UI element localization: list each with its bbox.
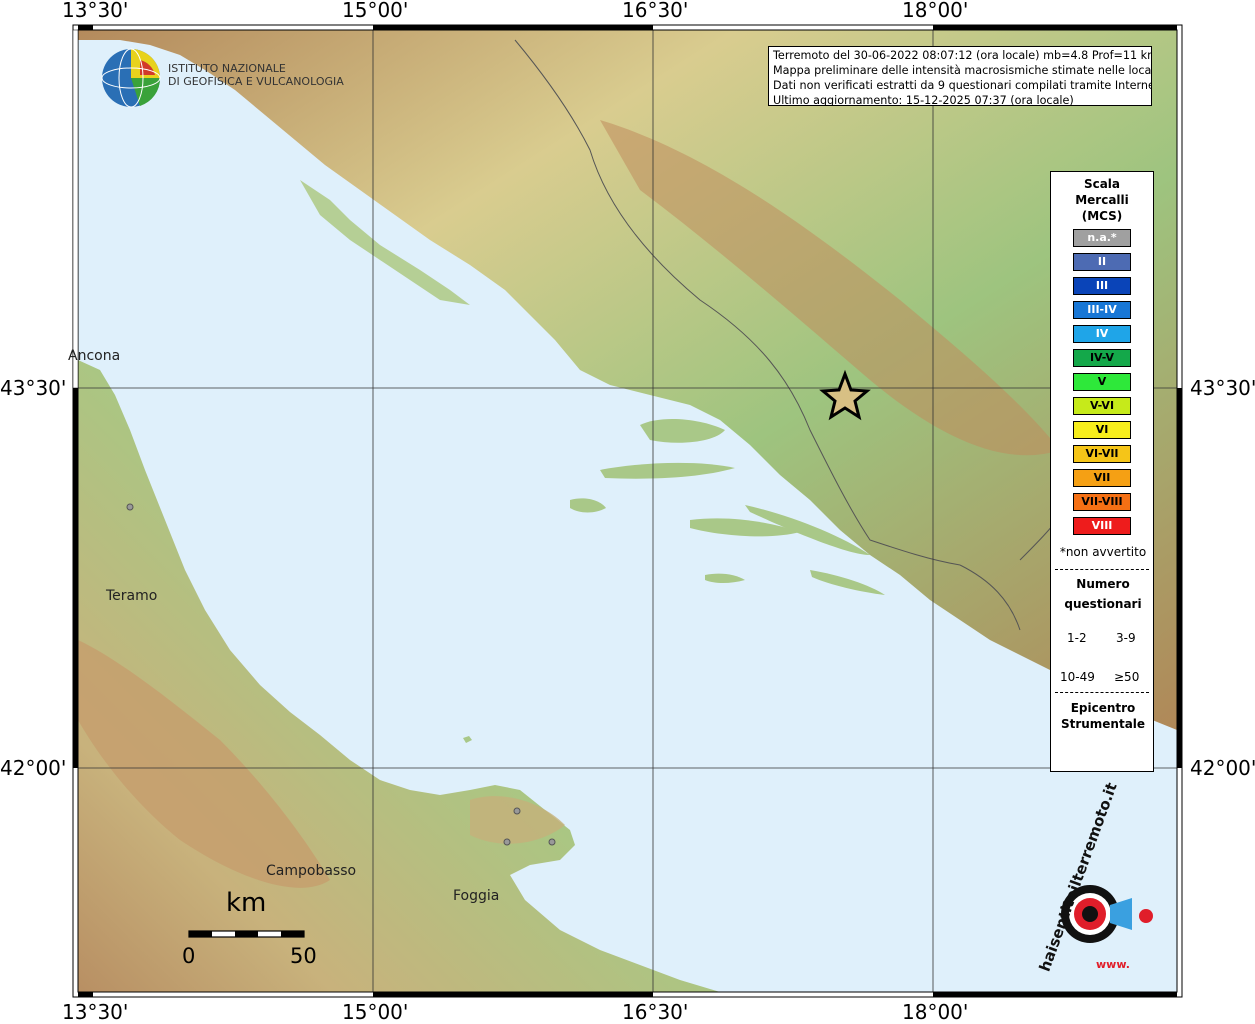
intensity-swatch: VII-VIII <box>1073 493 1131 511</box>
intensity-swatch: VII <box>1073 469 1131 487</box>
ingv-logo-text: ISTITUTO NAZIONALE DI GEOFISICA E VULCAN… <box>168 62 344 88</box>
intensity-swatch: V-VI <box>1073 397 1131 415</box>
bottom-longitude-label: 18°00' <box>902 1000 969 1024</box>
count-label-1-2: 1-2 <box>1067 631 1087 645</box>
ingv-logo-icon <box>101 48 161 108</box>
scale-bar <box>188 930 305 938</box>
info-line3: Dati non verificati estratti da 9 questi… <box>773 79 1152 92</box>
city-label-campobasso: Campobasso <box>266 863 357 879</box>
intensity-swatch: VI <box>1073 421 1131 439</box>
legend-separator <box>1055 692 1149 693</box>
intensity-swatch: VIII <box>1073 517 1131 535</box>
bottom-longitude-label: 15°00' <box>342 1000 409 1024</box>
intensity-swatch: IV <box>1073 325 1131 343</box>
count-title-line2: questionari <box>1064 597 1142 611</box>
intensity-swatch: V <box>1073 373 1131 391</box>
city-label-teramo: Teramo <box>106 588 158 604</box>
intensity-legend: Scala Mercalli (MCS) n.a.* II III III-IV IV I… <box>1050 171 1154 772</box>
scale-min-label: 0 <box>182 944 196 968</box>
info-line2: Mappa preliminare delle intensità macros… <box>773 64 1152 77</box>
info-line1: Terremoto del 30-06-2022 08:07:12 (ora l… <box>773 49 1152 62</box>
top-longitude-label: 15°00' <box>342 0 409 22</box>
legend-title-line3: (MCS) <box>1081 209 1123 223</box>
left-latitude-label: 42°00' <box>0 756 67 780</box>
intensity-swatch: III <box>1073 277 1131 295</box>
info-line4: Ultimo aggiornamento: 15-12-2025 07:37 (… <box>773 94 1074 106</box>
scale-max-label: 50 <box>290 944 317 968</box>
intensity-swatch: II <box>1073 253 1131 271</box>
epicenter-title-line1: Epicentro <box>1070 701 1136 715</box>
count-title-line1: Numero <box>1076 577 1130 591</box>
city-label-ancona: Ancona <box>68 348 121 364</box>
count-label-3-9: 3-9 <box>1116 631 1136 645</box>
brand-name: haisentitoilterremoto.it <box>1035 780 1121 974</box>
top-longitude-label: 16°30' <box>622 0 689 22</box>
intensity-swatch: n.a.* <box>1073 229 1131 247</box>
intensity-swatch: VI-VII <box>1073 445 1131 463</box>
intensity-swatch: III-IV <box>1073 301 1131 319</box>
event-info-box: Terremoto del 30-06-2022 08:07:12 (ora l… <box>768 46 1152 106</box>
brand-url: www. <box>1096 958 1130 971</box>
legend-separator <box>1055 569 1149 570</box>
right-latitude-label: 43°30' <box>1190 376 1255 400</box>
count-label-50: ≥50 <box>1114 670 1140 684</box>
left-latitude-label: 43°30' <box>0 376 67 400</box>
epicenter-title-line2: Strumentale <box>1060 717 1146 731</box>
right-latitude-label: 42°00' <box>1190 756 1255 780</box>
city-label-foggia: Foggia <box>453 888 500 904</box>
count-label-10-49: 10-49 <box>1060 670 1095 684</box>
legend-title-line1: Scala <box>1083 177 1121 191</box>
ingv-line1: ISTITUTO NAZIONALE <box>168 62 286 75</box>
legend-title-line2: Mercalli <box>1075 193 1129 207</box>
top-longitude-label: 13°30' <box>62 0 129 22</box>
top-longitude-label: 18°00' <box>902 0 969 22</box>
intensity-swatch: IV-V <box>1073 349 1131 367</box>
scale-title: km <box>226 888 267 918</box>
bottom-longitude-label: 16°30' <box>622 1000 689 1024</box>
legend-footnote: *non avvertito <box>1059 545 1147 559</box>
brand-text: haisentitoilterremoto.it www. <box>1036 780 1154 980</box>
legend-title: Scala Mercalli (MCS) <box>1051 176 1153 224</box>
bottom-longitude-label: 13°30' <box>62 1000 129 1024</box>
ingv-line2: DI GEOFISICA E VULCANOLOGIA <box>168 75 344 88</box>
